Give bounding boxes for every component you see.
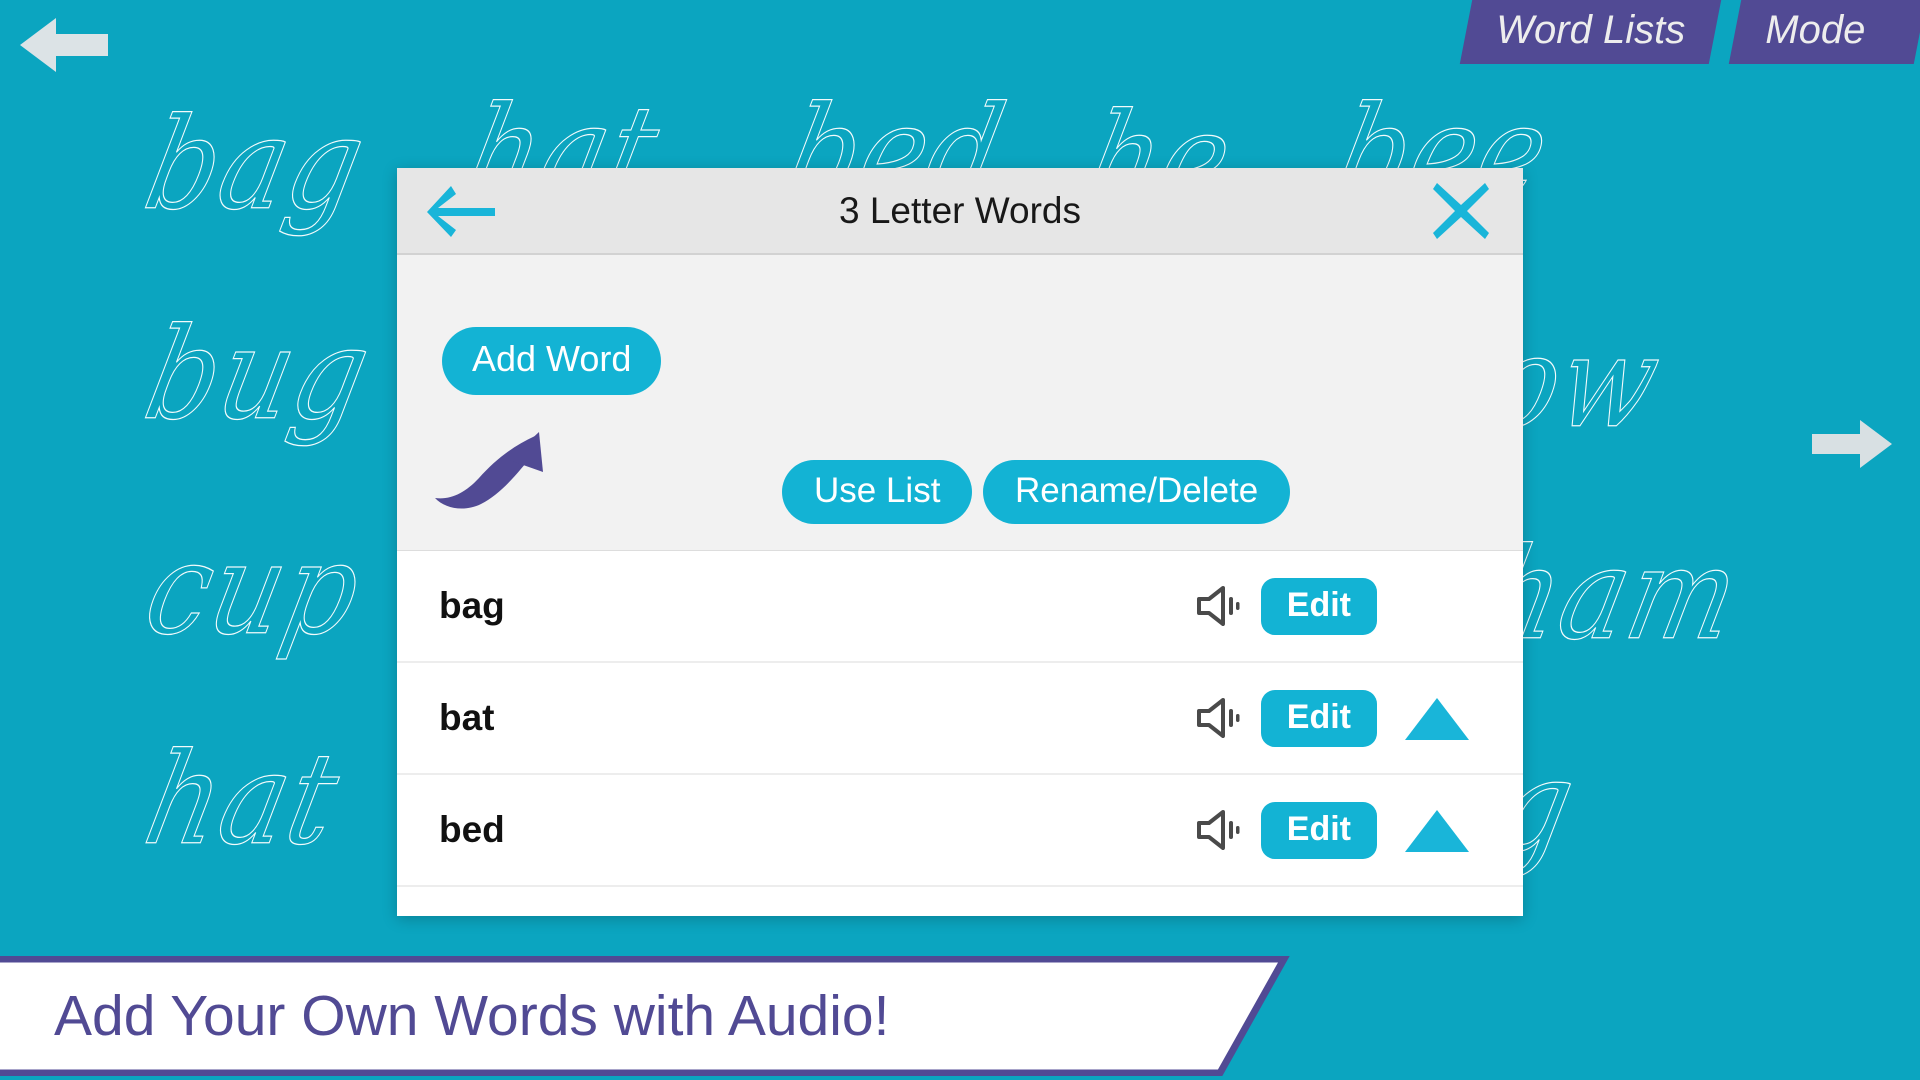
tab-mode-label: Mode [1765, 7, 1866, 52]
word-row[interactable]: bag Edit [397, 551, 1523, 663]
dialog-close-button[interactable] [1431, 181, 1491, 241]
promo-banner: Add Your Own Words with Audio! [0, 956, 1324, 1076]
forward-arrow-button[interactable] [1810, 418, 1894, 470]
edit-button[interactable]: Edit [1260, 689, 1377, 747]
row-controls: Edit [1195, 551, 1523, 661]
move-up-triangle-icon[interactable] [1401, 688, 1473, 748]
background-word: bag [134, 90, 379, 238]
speaker-icon[interactable] [1195, 586, 1241, 626]
move-up-triangle-icon[interactable] [1401, 800, 1473, 860]
word-list-dialog: 3 Letter Words Add Word Use List Rename/… [397, 168, 1523, 916]
rename-delete-button[interactable]: Rename/Delete [983, 460, 1291, 524]
add-word-button[interactable]: Add Word [442, 327, 662, 395]
tab-word-lists[interactable]: Word Lists [1459, 0, 1722, 64]
word-label: bat [439, 697, 495, 738]
edit-button[interactable]: Edit [1260, 801, 1377, 859]
arrow-right-icon [1812, 420, 1892, 468]
dialog-header: 3 Letter Words [397, 168, 1523, 255]
background-word: cup [134, 515, 375, 663]
tab-mode[interactable]: Mode [1728, 0, 1920, 64]
dialog-title: 3 Letter Words [839, 189, 1081, 231]
word-label: bag [439, 585, 505, 626]
arrow-left-icon [20, 18, 108, 72]
arrow-left-icon [427, 185, 495, 237]
app-root: bag hat bed he bee bug cow cup ham hat g Word List… [0, 0, 1920, 1080]
word-row[interactable]: bed Edit [397, 775, 1523, 887]
dialog-back-button[interactable] [425, 183, 497, 239]
word-label: bed [439, 809, 505, 850]
word-list: bag Edit bat Edit bed Edit [397, 551, 1523, 916]
back-arrow-button[interactable] [12, 14, 112, 76]
dialog-toolbar: Add Word Use List Rename/Delete [397, 255, 1523, 551]
speaker-icon[interactable] [1195, 810, 1241, 850]
top-tab-bar: Word Lists Mode [1459, 0, 1920, 64]
banner-text: Add Your Own Words with Audio! [54, 984, 890, 1048]
row-controls: Edit [1195, 775, 1523, 885]
background-word: hat [134, 725, 353, 873]
word-row[interactable]: bat Edit [397, 663, 1523, 775]
tab-word-lists-label: Word Lists [1496, 7, 1686, 52]
close-x-icon [1433, 182, 1489, 239]
row-controls: Edit [1195, 663, 1523, 773]
background-word: bug [134, 300, 384, 448]
curved-arrow-icon [417, 430, 547, 515]
speaker-icon[interactable] [1195, 698, 1241, 738]
use-list-button[interactable]: Use List [782, 460, 973, 524]
edit-button[interactable]: Edit [1260, 577, 1377, 635]
